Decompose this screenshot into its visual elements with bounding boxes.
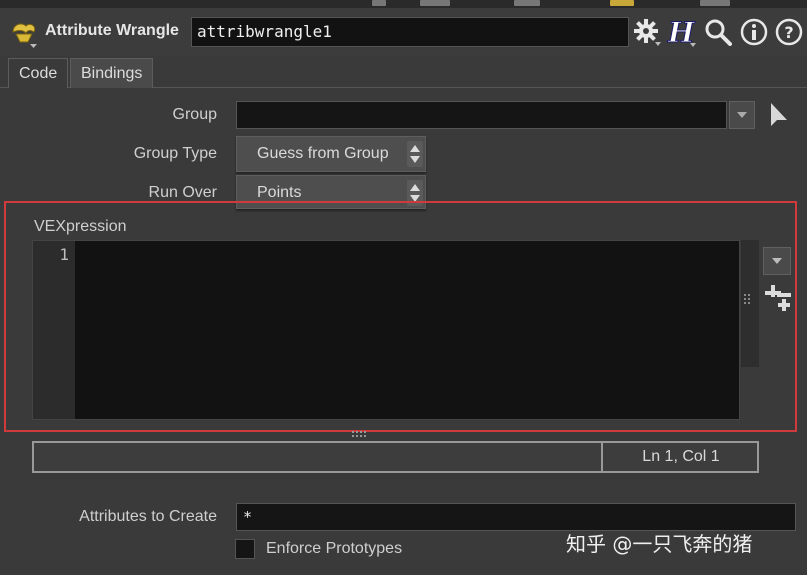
svg-text:?: ? <box>784 23 793 42</box>
group-type-menu[interactable]: Guess from Group <box>236 136 426 172</box>
chevron-down-icon <box>737 112 747 118</box>
tab-bindings[interactable]: Bindings <box>70 58 154 88</box>
gear-icon[interactable] <box>632 16 662 48</box>
vex-snippet-menu-button[interactable] <box>763 247 791 275</box>
group-menu-button[interactable] <box>729 101 755 129</box>
create-spare-parms-icon[interactable] <box>763 283 793 313</box>
attributes-to-create-label: Attributes to Create <box>79 508 217 525</box>
info-icon[interactable] <box>739 16 769 48</box>
select-arrow-icon[interactable] <box>769 102 789 128</box>
line-number: 1 <box>59 245 69 264</box>
attributes-to-create-field[interactable]: * <box>236 503 796 531</box>
top-toolbar-strip <box>0 0 807 8</box>
enforce-prototypes-label: Enforce Prototypes <box>266 540 403 557</box>
tab-bar: Code Bindings <box>0 56 807 88</box>
chevron-down-icon <box>772 258 782 264</box>
resize-handle-icon[interactable] <box>351 425 367 437</box>
updown-arrows-icon <box>407 141 423 167</box>
enforce-prototypes-checkbox[interactable] <box>235 539 255 559</box>
node-name-field[interactable]: attribwrangle1 <box>191 17 629 47</box>
vexpression-label: VEXpression <box>34 218 127 235</box>
vexpression-editor[interactable]: 1 <box>32 240 740 420</box>
toolbar-fragment <box>372 0 386 6</box>
svg-text:H: H <box>667 17 696 47</box>
cursor-position: Ln 1, Col 1 <box>642 448 720 465</box>
line-number-gutter: 1 <box>33 241 75 419</box>
status-divider <box>601 443 603 471</box>
node-type-label: Attribute Wrangle <box>45 22 179 39</box>
run-over-value: Points <box>257 184 302 201</box>
group-field[interactable] <box>236 101 727 129</box>
wrangle-node-icon[interactable] <box>10 18 38 48</box>
tab-code[interactable]: Code <box>8 58 69 88</box>
group-label: Group <box>172 106 217 123</box>
help-h-icon[interactable]: H <box>666 16 696 48</box>
run-over-label: Run Over <box>148 184 217 201</box>
scrollbar-grip-icon <box>742 292 756 306</box>
parameter-header: Attribute Wrangle attribwrangle1 H ? <box>0 8 807 56</box>
toolbar-fragment <box>514 0 540 6</box>
watermark-text: 知乎 @一只飞奔的猪 <box>566 532 753 556</box>
toolbar-fragment <box>420 0 450 6</box>
help-question-icon[interactable]: ? <box>774 16 804 48</box>
search-icon[interactable] <box>703 16 733 48</box>
toolbar-fragment <box>610 0 634 6</box>
toolbar-fragment <box>700 0 730 6</box>
group-type-value: Guess from Group <box>257 145 389 162</box>
editor-status-bar: Ln 1, Col 1 <box>32 441 759 473</box>
group-type-label: Group Type <box>133 145 217 162</box>
